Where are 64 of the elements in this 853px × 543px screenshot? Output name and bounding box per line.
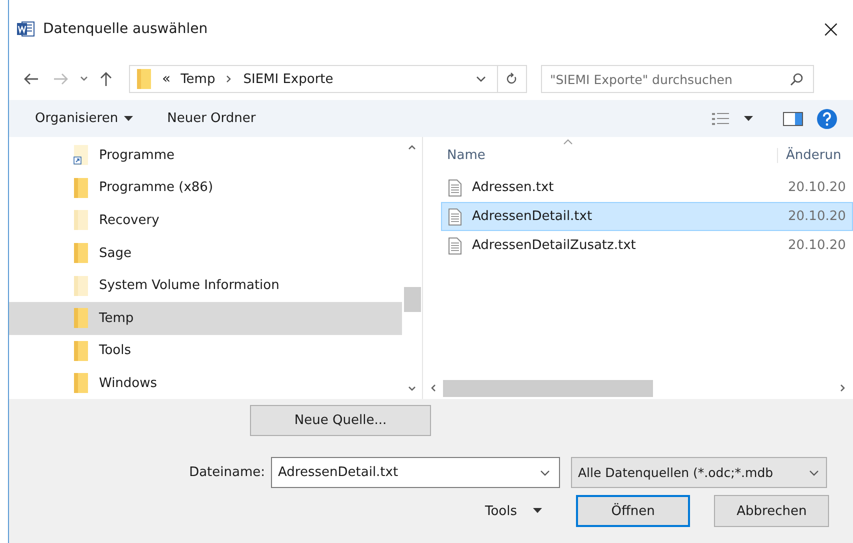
scroll-right-icon[interactable] <box>839 383 847 393</box>
open-button[interactable]: Öffnen <box>576 495 690 527</box>
search-field[interactable]: "SIEMI Exporte" durchsuchen <box>541 65 814 93</box>
column-header[interactable]: Änderun <box>777 148 842 162</box>
close-button[interactable]: × <box>820 15 841 43</box>
address-bar[interactable]: « Temp SIEMI Exporte <box>129 65 527 93</box>
scroll-down-icon[interactable] <box>407 385 417 393</box>
file-row[interactable]: AdressenDetail.txt 20.10.20 <box>441 202 853 231</box>
chevron-down-icon[interactable] <box>475 74 487 84</box>
file-row[interactable]: AdressenDetailZusatz.txt 20.10.20 <box>441 231 853 260</box>
folder-icon <box>73 307 89 330</box>
folder-tree-item[interactable]: Tools <box>9 334 402 368</box>
overflow-chevron[interactable]: « <box>162 71 171 87</box>
caret-icon <box>124 116 134 122</box>
scroll-left-icon[interactable] <box>429 383 437 393</box>
folder-tree-item[interactable]: Programme <box>9 139 402 172</box>
refresh-icon <box>506 72 518 86</box>
preview-pane-icon[interactable] <box>783 112 803 126</box>
window-title: Datenquelle auswählen <box>43 21 208 37</box>
text-file-icon <box>448 208 462 226</box>
folder-icon <box>73 340 89 362</box>
scrollbar-thumb[interactable] <box>443 380 653 396</box>
scroll-up-icon[interactable] <box>407 143 417 151</box>
folder-icon <box>73 242 89 264</box>
caret-icon[interactable] <box>744 116 753 122</box>
folder-icon <box>73 176 89 199</box>
search-icon <box>790 72 804 86</box>
new-folder-button[interactable]: Neuer Ordner <box>167 111 256 126</box>
filename-label: Dateiname: <box>188 465 266 480</box>
cancel-button[interactable]: Abbrechen <box>714 495 829 527</box>
file-type-dropdown[interactable]: Alle Datenquellen (*.odc;*.mdb <box>571 457 827 488</box>
folder-icon <box>136 68 152 90</box>
tools-menu[interactable]: Tools <box>485 504 576 518</box>
caret-icon <box>533 508 542 514</box>
path-segment[interactable]: SIEMI Exporte <box>243 72 334 86</box>
word-icon <box>17 21 35 37</box>
folder-icon <box>73 209 89 232</box>
new-source-button[interactable]: Neue Quelle... <box>250 405 431 436</box>
folder-tree-item[interactable]: Temp <box>9 302 402 335</box>
shortcut-folder-icon <box>73 144 89 166</box>
chevron-down-icon[interactable] <box>79 75 89 83</box>
chevron-down-icon <box>808 468 820 478</box>
folder-tree-item[interactable]: System Volume Information <box>9 269 402 302</box>
folder-tree-item[interactable]: Recovery <box>9 204 402 237</box>
filename-field[interactable]: AdressenDetail.txt <box>271 457 560 488</box>
help-icon[interactable] <box>817 108 837 128</box>
chevron-down-icon <box>539 468 551 478</box>
folder-tree-item[interactable]: Windows <box>9 367 402 400</box>
text-file-icon <box>448 178 462 196</box>
back-arrow-icon[interactable] <box>23 72 39 86</box>
path-segment[interactable]: Temp <box>180 72 216 86</box>
column-header[interactable]: Name <box>447 148 777 162</box>
organize-menu[interactable]: Organisieren <box>35 111 134 126</box>
folder-tree-item[interactable]: Sage <box>9 236 402 270</box>
scrollbar-thumb[interactable] <box>404 287 420 312</box>
chevron-right-icon[interactable] <box>225 74 234 84</box>
text-file-icon <box>448 236 462 254</box>
folder-tree-item[interactable]: Programme (x86) <box>9 172 402 204</box>
sort-caret-icon <box>563 139 573 145</box>
folder-icon <box>73 372 89 394</box>
file-row[interactable]: Adressen.txt 20.10.20 <box>441 173 853 202</box>
folder-icon <box>73 274 89 297</box>
up-arrow-icon[interactable] <box>99 71 113 87</box>
view-options-icon[interactable] <box>712 112 730 126</box>
